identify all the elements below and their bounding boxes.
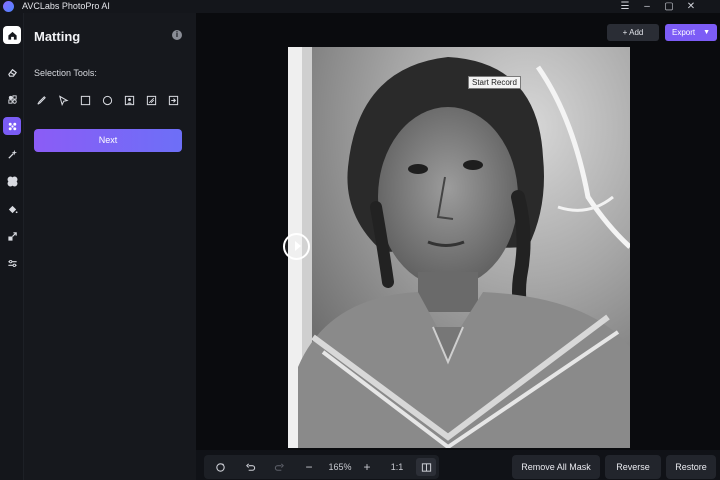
chevron-down-icon: ▼ [703,29,710,36]
tool-rail [0,13,24,480]
minimize-icon[interactable]: – [636,0,658,13]
pointer-icon[interactable] [54,92,73,108]
undo-icon[interactable] [243,458,257,476]
remove-all-mask-button[interactable]: Remove All Mask [512,455,600,479]
restore-button[interactable]: Restore [666,455,716,479]
maximize-icon[interactable]: ▢ [658,0,680,13]
export-button[interactable]: Export ▼ [665,24,717,41]
add-button[interactable]: + Add [607,24,659,41]
matting-icon[interactable] [3,117,21,135]
import-icon[interactable] [164,92,183,108]
ellipse-icon[interactable] [98,92,117,108]
shapes-icon[interactable] [3,90,21,108]
paint-bucket-icon[interactable] [3,200,21,218]
sparkle-wand-icon[interactable] [3,145,21,163]
selection-tools-label: Selection Tools: [34,68,97,78]
upscale-icon[interactable] [3,227,21,245]
actual-size-button[interactable]: 1:1 [387,458,407,476]
eraser-icon[interactable] [3,63,21,81]
next-button[interactable]: Next [34,129,182,152]
zoom-level: 165% [328,462,352,472]
panel-title: Matting [34,29,81,44]
info-icon[interactable]: i [172,30,182,40]
rectangle-icon[interactable] [76,92,95,108]
app-title: AVCLabs PhotoPro AI [22,1,110,11]
portrait-select-icon[interactable] [120,92,139,108]
redo-icon[interactable] [272,458,286,476]
zoom-out-button[interactable]: − [302,458,316,476]
zoom-in-button[interactable]: + [360,458,374,476]
pattern-select-icon[interactable] [142,92,161,108]
home-icon[interactable] [3,26,21,44]
compare-view-icon[interactable] [416,458,436,476]
title-bar: AVCLabs PhotoPro AI ☰ – ▢ ✕ [0,0,720,13]
export-label: Export [672,28,696,37]
close-icon[interactable]: ✕ [680,0,702,13]
pinwheel-icon[interactable] [3,172,21,190]
brush-icon[interactable] [32,92,51,108]
compare-slider-handle[interactable] [283,233,310,260]
menu-icon[interactable]: ☰ [614,0,636,13]
start-record-tooltip: Start Record [468,76,521,89]
matting-panel: Matting i Selection Tools: Next [24,13,196,480]
adjust-sliders-icon[interactable] [3,254,21,272]
reverse-button[interactable]: Reverse [605,455,661,479]
app-logo-icon [3,1,14,12]
photo-preview[interactable] [288,47,630,448]
selection-tools [32,92,183,108]
rotate-icon[interactable] [212,458,228,476]
